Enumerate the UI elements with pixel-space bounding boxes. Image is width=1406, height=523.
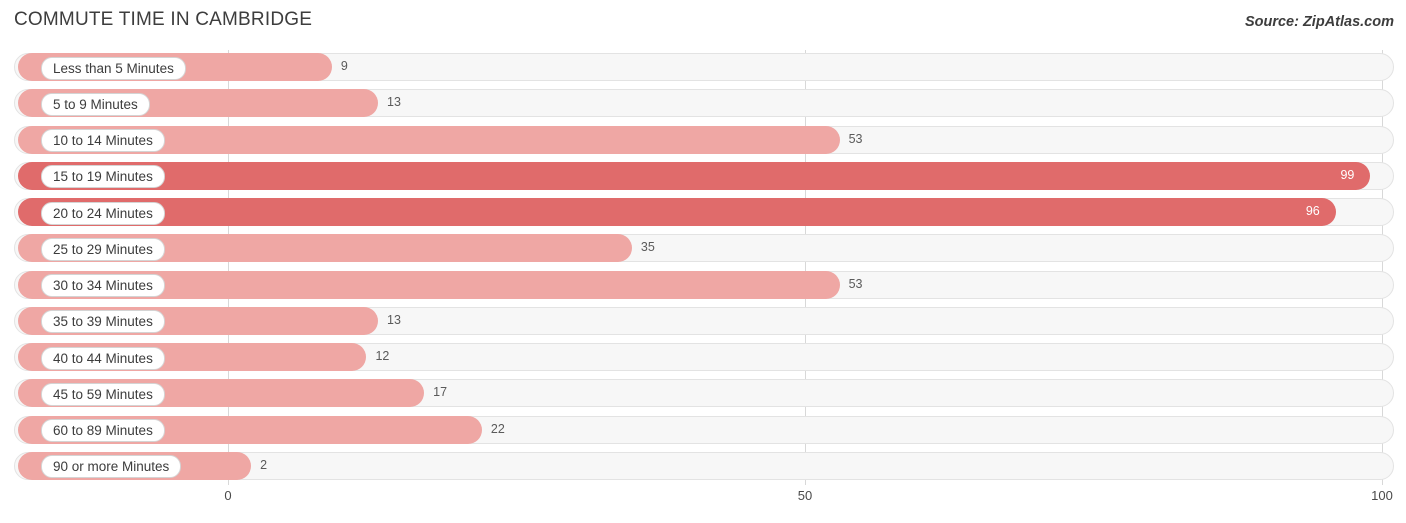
bar-value-label: 13: [387, 95, 401, 110]
bar-value-label: 99: [1340, 167, 1355, 182]
chart-container: COMMUTE TIME IN CAMBRIDGE Source: ZipAtl…: [0, 0, 1406, 523]
bar-rows: Less than 5 Minutes 9 5 to 9 Minutes 13 10 t…: [14, 50, 1394, 485]
bar-value-label: 53: [848, 276, 863, 291]
bar-value-label: 35: [640, 240, 655, 255]
bar-value-label: 2: [260, 457, 268, 472]
x-tick-50: 50: [797, 488, 813, 503]
bar-row: 40 to 44 Minutes 12: [14, 340, 1394, 376]
bar-row: 30 to 34 Minutes 53: [14, 268, 1394, 304]
bar-category-label: 60 to 89 Minutes: [41, 419, 165, 442]
bar-row: Less than 5 Minutes 9: [14, 50, 1394, 86]
bar-category-label: 40 to 44 Minutes: [41, 346, 165, 370]
x-axis: 0 50 100: [14, 488, 1394, 510]
bar-row: 35 to 39 Minutes 13: [14, 304, 1394, 340]
bar-value-label: 17: [433, 385, 448, 400]
bar-category-label: 5 to 9 Minutes: [41, 92, 150, 116]
bar-value-label: 22: [490, 421, 505, 436]
bar-value-label: 13: [387, 312, 401, 327]
bar-row: 15 to 19 Minutes 99: [14, 159, 1394, 195]
plot-area: Less than 5 Minutes 9 5 to 9 Minutes 13 10 t…: [14, 50, 1394, 485]
bar-category-label: 20 to 24 Minutes: [41, 201, 165, 225]
x-tick-100: 100: [1371, 488, 1393, 503]
bar-value-label: 53: [848, 131, 863, 146]
bar-category-label: 35 to 39 Minutes: [41, 310, 165, 334]
bar-category-label: 25 to 29 Minutes: [41, 237, 165, 261]
bar-value-label: 12: [375, 349, 390, 363]
bar-row: 60 to 89 Minutes 22: [14, 413, 1394, 449]
bar-row: 20 to 24 Minutes 96: [14, 195, 1394, 231]
bar-value-label: 9: [340, 59, 348, 73]
bar-category-label: 45 to 59 Minutes: [41, 382, 165, 406]
bar-category-label: 30 to 34 Minutes: [41, 274, 165, 297]
bar-row: 5 to 9 Minutes 13: [14, 86, 1394, 122]
source-attribution: Source: ZipAtlas.com: [1244, 14, 1394, 30]
x-tick-0: 0: [224, 488, 232, 503]
bar-category-label: 15 to 19 Minutes: [41, 165, 165, 189]
bar-category-label: 10 to 14 Minutes: [41, 129, 165, 152]
bar: [18, 198, 1336, 226]
bar-row: 25 to 29 Minutes 35: [14, 231, 1394, 267]
page-title: COMMUTE TIME IN CAMBRIDGE: [14, 9, 313, 30]
bar-row: 45 to 59 Minutes 17: [14, 376, 1394, 412]
bar-value-label: 96: [1305, 204, 1320, 218]
bar-row: 10 to 14 Minutes 53: [14, 123, 1394, 159]
bar: [18, 161, 1371, 190]
bar-category-label: Less than 5 Minutes: [41, 56, 186, 80]
bar-category-label: 90 or more Minutes: [41, 455, 182, 479]
bar-row: 90 or more Minutes 2: [14, 449, 1394, 485]
